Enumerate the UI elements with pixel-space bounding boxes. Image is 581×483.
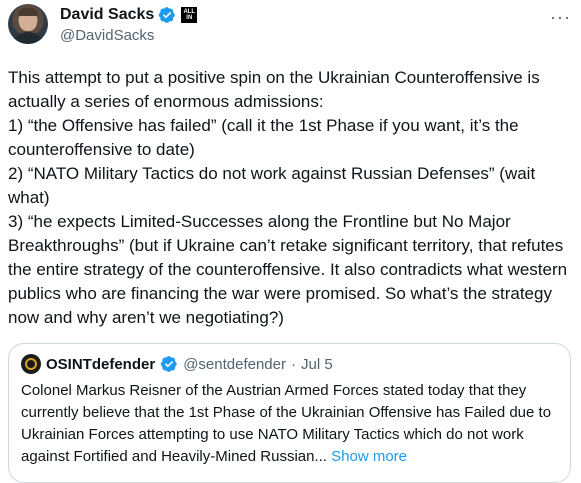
verified-badge-icon <box>161 356 177 372</box>
affiliate-badge[interactable]: ALL IN <box>181 7 198 23</box>
quoted-tweet-body: Colonel Markus Reisner of the Austrian A… <box>21 382 552 465</box>
author-name-row: David Sacks ALL IN <box>60 6 198 24</box>
verified-badge-icon <box>159 7 175 23</box>
more-options-icon[interactable]: ··· <box>550 7 571 28</box>
tweet-point-3: 3) “he expects Limited-Successes along t… <box>8 212 568 327</box>
quoted-tweet-header: OSINTdefender @sentdefender · Jul 5 <box>21 354 558 374</box>
tweet-point-2: 2) “NATO Military Tactics do not work ag… <box>8 164 536 207</box>
author-display-name[interactable]: David Sacks <box>60 6 154 24</box>
tweet-point-1: 1) “the Offensive has failed” (call it t… <box>8 116 519 159</box>
tweet-body: This attempt to put a positive spin on t… <box>8 66 574 330</box>
show-more-link[interactable]: Show more <box>331 448 407 465</box>
quoted-tweet-text: Colonel Markus Reisner of the Austrian A… <box>21 380 558 468</box>
quoted-tweet[interactable]: OSINTdefender @sentdefender · Jul 5 Colo… <box>8 343 571 483</box>
tweet-intro: This attempt to put a positive spin on t… <box>8 68 540 111</box>
quoted-author-handle[interactable]: @sentdefender <box>183 356 286 373</box>
quoted-tweet-date[interactable]: Jul 5 <box>301 356 333 373</box>
quoted-author-name[interactable]: OSINTdefender <box>46 356 155 373</box>
quoted-author-avatar[interactable] <box>21 354 41 374</box>
author-avatar[interactable] <box>8 4 48 44</box>
separator-dot: · <box>290 355 296 373</box>
author-handle[interactable]: @DavidSacks <box>60 27 154 44</box>
